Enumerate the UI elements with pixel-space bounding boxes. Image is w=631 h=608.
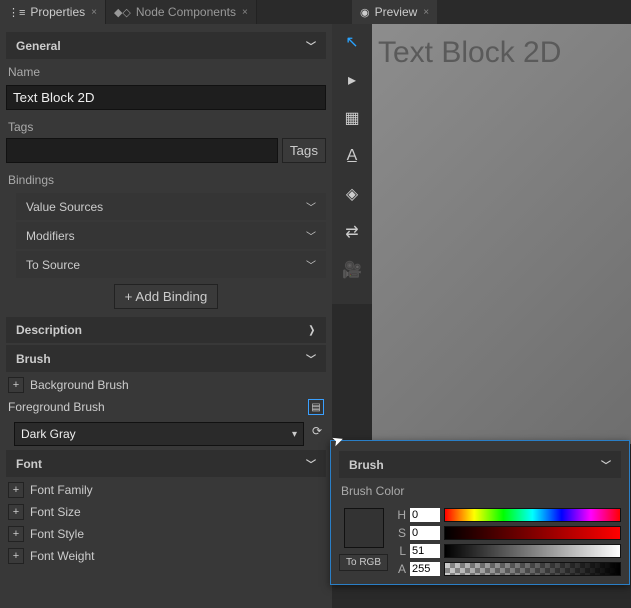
add-property-button[interactable]: + — [8, 548, 24, 564]
section-description-label: Description — [16, 323, 82, 337]
tab-node-components-label: Node Components — [136, 5, 236, 19]
chevron-down-icon: ﹀ — [306, 456, 316, 471]
chevron-down-icon: ﹀ — [306, 351, 316, 366]
font-family-label: Font Family — [30, 483, 324, 497]
name-input[interactable] — [6, 85, 326, 110]
saturation-slider[interactable] — [444, 526, 621, 540]
preview-canvas[interactable]: Text Block 2D — [372, 24, 631, 444]
hue-slider[interactable] — [444, 508, 621, 522]
chevron-right-icon: ❭ — [308, 325, 316, 336]
brush-editor-icon[interactable]: ▤ — [308, 399, 324, 415]
properties-body: General ﹀ Name Tags Tags Bindings Value … — [0, 24, 332, 573]
bindings-label: Bindings — [6, 169, 326, 191]
section-general-label: General — [16, 39, 61, 53]
font-size-label: Font Size — [30, 505, 324, 519]
h-input[interactable] — [410, 508, 440, 522]
section-general[interactable]: General ﹀ — [6, 32, 326, 59]
font-style-label: Font Style — [30, 527, 324, 541]
section-font[interactable]: Font ﹀ — [6, 450, 326, 477]
tab-node-components[interactable]: ◆◇ Node Components × — [106, 0, 257, 24]
tab-properties-label: Properties — [30, 5, 85, 19]
chevron-down-icon: ﹀ — [306, 38, 316, 53]
modifiers-label: Modifiers — [26, 229, 75, 243]
add-property-button[interactable]: + — [8, 504, 24, 520]
camera-tool-icon[interactable]: 🎥 — [340, 258, 364, 282]
section-to-source[interactable]: To Source ﹀ — [16, 251, 326, 278]
tags-label: Tags — [6, 116, 326, 138]
foreground-brush-label: Foreground Brush — [8, 400, 105, 414]
add-property-button[interactable]: + — [8, 482, 24, 498]
a-label: A — [396, 562, 406, 576]
preview-tab-bar: ◉ Preview × — [332, 0, 631, 24]
layers-tool-icon[interactable]: ◈ — [340, 182, 364, 206]
tab-properties[interactable]: ⋮≡ Properties × — [0, 0, 106, 24]
l-input[interactable] — [410, 544, 440, 558]
grid-tool-icon[interactable]: ▦ — [340, 106, 364, 130]
tags-button[interactable]: Tags — [282, 138, 326, 163]
chevron-down-icon: ﹀ — [601, 457, 611, 472]
to-source-label: To Source — [26, 258, 80, 272]
text-tool-icon[interactable]: A̲ — [340, 144, 364, 168]
chevron-down-icon: ▾ — [292, 429, 297, 440]
close-icon[interactable]: × — [91, 7, 97, 18]
chevron-down-icon: ﹀ — [306, 199, 316, 214]
h-label: H — [396, 508, 406, 522]
a-input[interactable] — [410, 562, 440, 576]
preview-toolbar: ↖ ▸ ▦ A̲ ◈ ⇄ 🎥 — [332, 24, 372, 304]
properties-panel: ⋮≡ Properties × ◆◇ Node Components × Gen… — [0, 0, 332, 608]
canvas-text: Text Block 2D — [372, 24, 631, 82]
foreground-brush-select[interactable]: Dark Gray ▾ — [14, 422, 304, 446]
to-rgb-button[interactable]: To RGB — [339, 554, 388, 571]
left-tab-bar: ⋮≡ Properties × ◆◇ Node Components × — [0, 0, 332, 24]
font-weight-label: Font Weight — [30, 549, 324, 563]
s-input[interactable] — [410, 526, 440, 540]
l-label: L — [396, 544, 406, 558]
connect-tool-icon[interactable]: ⇄ — [340, 220, 364, 244]
close-icon[interactable]: × — [242, 7, 248, 18]
pointer-tool-icon[interactable]: ↖ — [340, 30, 364, 54]
flyout-brush-header[interactable]: Brush ﹀ — [339, 451, 621, 478]
chevron-down-icon: ﹀ — [306, 257, 316, 272]
lightness-slider[interactable] — [444, 544, 621, 558]
tags-input[interactable] — [6, 138, 278, 163]
flyout-brush-label: Brush — [349, 458, 384, 472]
section-brush[interactable]: Brush ﹀ — [6, 345, 326, 372]
brush-value-label: Dark Gray — [21, 427, 76, 441]
foreground-brush-row: Foreground Brush ▤ — [6, 396, 326, 418]
section-description[interactable]: Description ❭ — [6, 317, 326, 343]
add-property-button[interactable]: + — [8, 377, 24, 393]
close-icon[interactable]: × — [423, 7, 429, 18]
select-tool-icon[interactable]: ▸ — [340, 68, 364, 92]
chevron-down-icon: ﹀ — [306, 228, 316, 243]
background-brush-row: + Background Brush — [6, 374, 326, 396]
section-font-label: Font — [16, 457, 42, 471]
section-value-sources[interactable]: Value Sources ﹀ — [16, 193, 326, 220]
add-property-button[interactable]: + — [8, 526, 24, 542]
brush-flyout: Brush ﹀ Brush Color To RGB H S L A — [330, 440, 630, 585]
s-label: S — [396, 526, 406, 540]
color-swatch[interactable] — [344, 508, 384, 548]
reset-icon[interactable]: ⟳ — [308, 422, 326, 440]
node-components-icon: ◆◇ — [114, 6, 131, 19]
value-sources-label: Value Sources — [26, 200, 103, 214]
section-modifiers[interactable]: Modifiers ﹀ — [16, 222, 326, 249]
properties-icon: ⋮≡ — [8, 6, 25, 19]
add-binding-button[interactable]: + Add Binding — [114, 284, 219, 309]
tab-preview[interactable]: ◉ Preview × — [352, 0, 437, 24]
alpha-slider[interactable] — [444, 562, 621, 576]
section-brush-label: Brush — [16, 352, 51, 366]
background-brush-label: Background Brush — [30, 378, 324, 392]
preview-icon: ◉ — [360, 6, 370, 19]
name-label: Name — [6, 61, 326, 83]
tab-preview-label: Preview — [375, 5, 418, 19]
brush-color-label: Brush Color — [339, 480, 621, 502]
